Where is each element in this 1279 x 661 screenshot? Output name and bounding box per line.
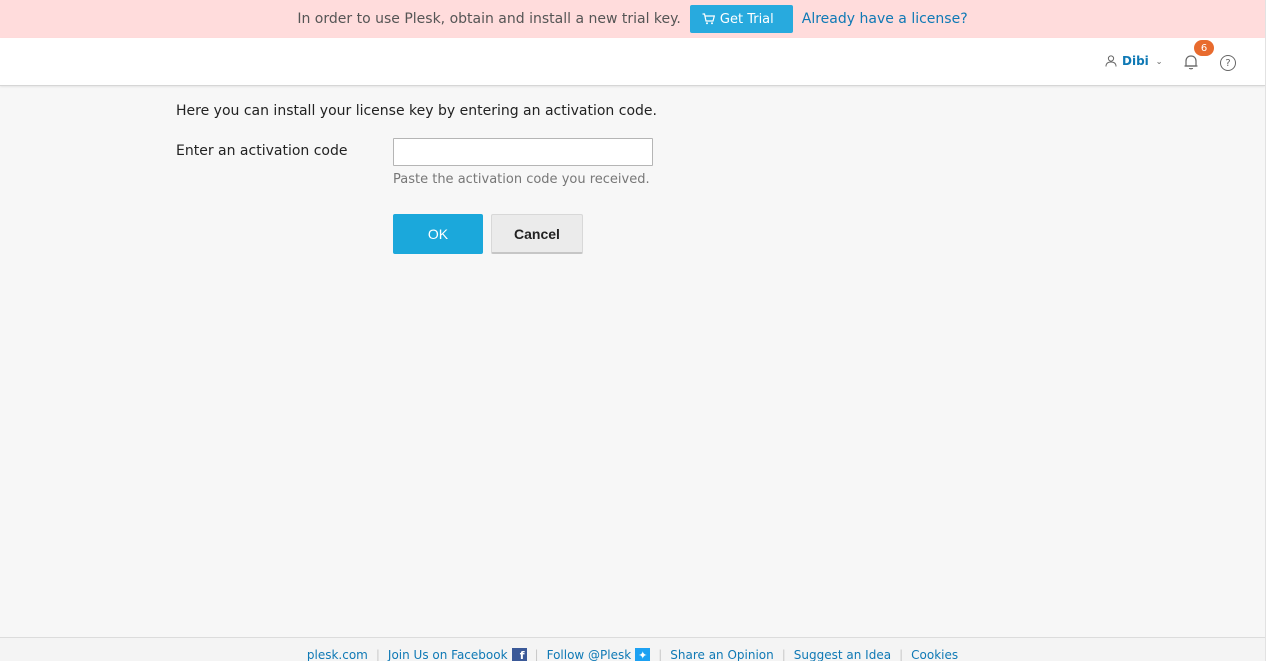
footer-links: plesk.com | Join Us on Facebook f | Follo… (307, 648, 958, 661)
activation-code-label: Enter an activation code (176, 143, 348, 159)
footer-link-label: plesk.com (306, 648, 368, 661)
plesk-page: In order to use Plesk, obtain and instal… (0, 0, 1279, 661)
twitter-icon: ✦ (635, 648, 651, 661)
chevron-down-icon: ⌄ (1155, 56, 1163, 66)
help-icon[interactable]: ? (1220, 55, 1236, 71)
intro-text: Here you can install your license key by… (176, 103, 657, 119)
footer-link-twitter[interactable]: Follow @Plesk ✦ (547, 648, 651, 661)
footer-separator: | (534, 648, 539, 661)
get-trial-button[interactable]: Get Trial (689, 5, 793, 33)
window-edge (1265, 0, 1279, 661)
footer-link-cookies[interactable]: Cookies (911, 648, 958, 661)
footer-link-label: Suggest an Idea (793, 648, 892, 661)
user-icon (1105, 55, 1117, 67)
footer-link-idea[interactable]: Suggest an Idea (794, 648, 891, 661)
notification-badge: 6 (1194, 40, 1214, 56)
cart-icon (702, 13, 715, 25)
bell-icon[interactable] (1182, 53, 1200, 71)
top-header: Dibi ⌄ ? (0, 38, 1265, 86)
ok-button[interactable]: OK (393, 214, 483, 254)
user-name: Dibi (1122, 54, 1149, 68)
footer-separator: | (658, 648, 663, 661)
facebook-icon: f (511, 648, 527, 661)
cancel-button[interactable]: Cancel (491, 214, 583, 254)
get-trial-label: Get Trial (719, 11, 774, 27)
license-banner: In order to use Plesk, obtain and instal… (0, 0, 1265, 38)
activation-code-hint: Paste the activation code you received. (393, 172, 650, 187)
banner-text: In order to use Plesk, obtain and instal… (297, 11, 681, 27)
footer: plesk.com | Join Us on Facebook f | Follo… (0, 637, 1265, 661)
footer-link-opinion[interactable]: Share an Opinion (670, 648, 774, 661)
user-menu[interactable]: Dibi ⌄ (1105, 54, 1162, 68)
footer-separator: | (781, 648, 786, 661)
already-have-license-link[interactable]: Already have a license? (802, 11, 968, 27)
footer-separator: | (375, 648, 380, 661)
footer-separator: | (899, 648, 904, 661)
footer-link-label: Cookies (911, 648, 959, 661)
activation-code-input[interactable] (393, 138, 653, 166)
footer-link-plesk[interactable]: plesk.com (307, 648, 368, 661)
footer-link-label: Share an Opinion (670, 648, 774, 661)
footer-link-label: Follow @Plesk (546, 648, 632, 661)
footer-link-label: Join Us on Facebook (387, 648, 508, 661)
footer-link-facebook[interactable]: Join Us on Facebook f (388, 648, 527, 661)
